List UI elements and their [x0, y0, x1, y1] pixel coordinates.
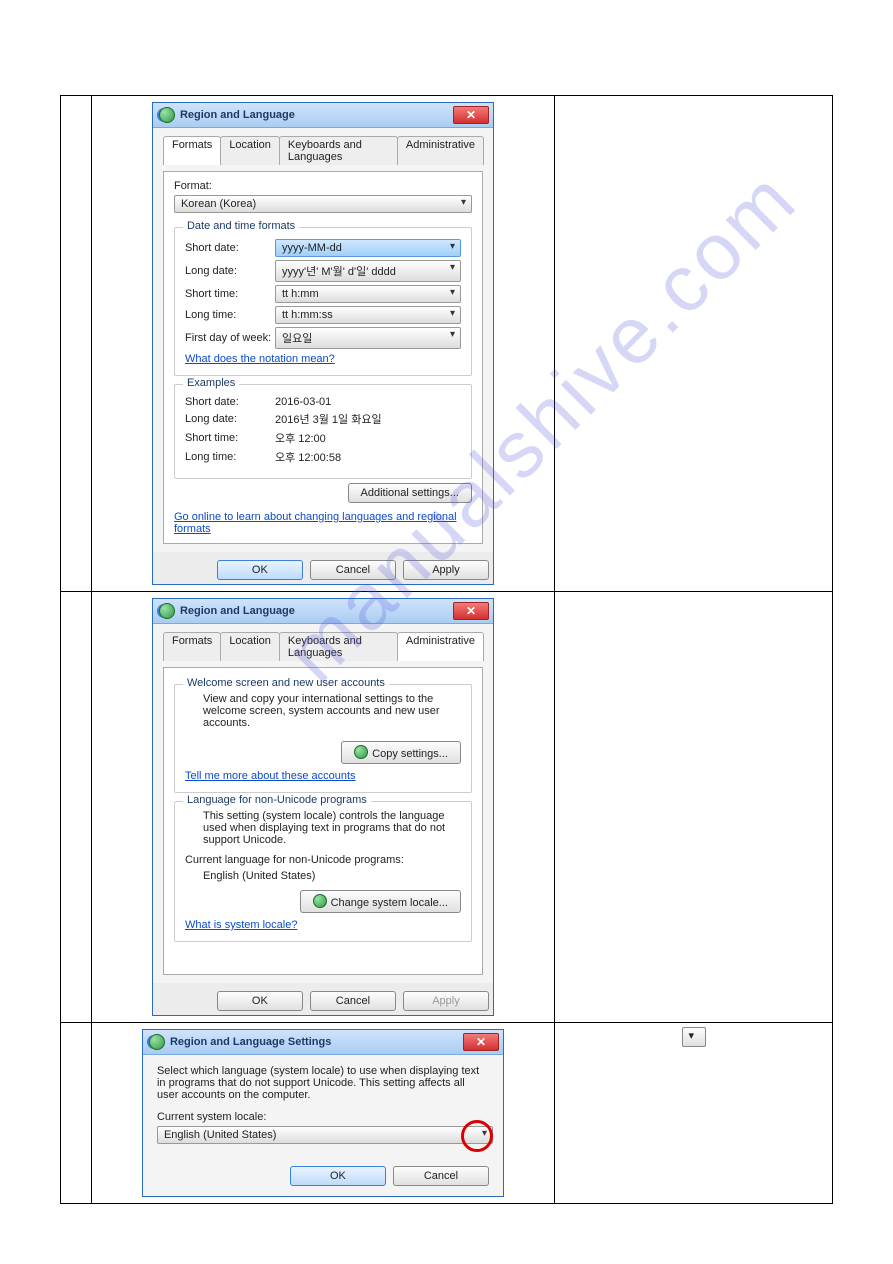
tab-keyboards[interactable]: Keyboards and Languages: [279, 632, 398, 661]
dialog-title: Region and Language: [180, 605, 295, 617]
notation-link[interactable]: What does the notation mean?: [185, 353, 335, 365]
first-day-label: First day of week:: [185, 332, 275, 344]
region-dialog-formats: Region and Language ✕ Formats Location K…: [152, 102, 494, 585]
long-date-label: Long date:: [185, 265, 275, 277]
region-settings-dialog: Region and Language Settings ✕ Select wh…: [142, 1029, 504, 1197]
ex-long-time-v: 오후 12:00:58: [275, 449, 341, 465]
apply-button[interactable]: Apply: [403, 560, 489, 580]
nonunicode-group-label: Language for non-Unicode programs: [183, 794, 371, 806]
locale-label: Current system locale:: [157, 1111, 489, 1123]
short-date-label: Short date:: [185, 242, 275, 254]
globe-icon: [313, 894, 327, 908]
globe-icon: [159, 107, 175, 123]
welcome-group-label: Welcome screen and new user accounts: [183, 677, 389, 689]
additional-settings-button[interactable]: Additional settings...: [348, 483, 472, 503]
format-label: Format:: [174, 180, 472, 192]
globe-icon: [159, 603, 175, 619]
ex-short-time-l: Short time:: [185, 432, 275, 444]
row2-image-cell: Region and Language ✕ Formats Location K…: [91, 592, 554, 1023]
dialog-title: Region and Language Settings: [170, 1036, 331, 1048]
close-button[interactable]: ✕: [453, 602, 489, 620]
ex-short-date-v: 2016-03-01: [275, 396, 331, 408]
tab-administrative[interactable]: Administrative: [397, 136, 484, 165]
ok-button[interactable]: OK: [290, 1166, 386, 1186]
short-date-combo[interactable]: yyyy-MM-dd: [275, 239, 461, 257]
short-time-combo[interactable]: tt h:mm: [275, 285, 461, 303]
titlebar: Region and Language ✕: [153, 103, 493, 128]
tab-administrative[interactable]: Administrative: [397, 632, 484, 661]
ex-long-date-v: 2016년 3월 1일 화요일: [275, 411, 382, 427]
datetime-group-label: Date and time formats: [183, 220, 299, 232]
format-combo[interactable]: Korean (Korea): [174, 195, 472, 213]
long-date-combo[interactable]: yyyy'년' M'월' d'일' dddd: [275, 260, 461, 282]
ex-short-date-l: Short date:: [185, 396, 275, 408]
ex-short-time-v: 오후 12:00: [275, 430, 326, 446]
row1-right-cell: [555, 96, 833, 592]
copy-settings-button[interactable]: Copy settings...: [341, 741, 461, 764]
row2-right-cell: [555, 592, 833, 1023]
titlebar: Region and Language ✕: [153, 599, 493, 624]
close-button[interactable]: ✕: [463, 1033, 499, 1051]
row2-left-cell: [61, 592, 92, 1023]
system-locale-combo[interactable]: English (United States): [157, 1126, 493, 1144]
tell-more-link[interactable]: Tell me more about these accounts: [185, 770, 356, 782]
row1-image-cell: Region and Language ✕ Formats Location K…: [91, 96, 554, 592]
ex-long-time-l: Long time:: [185, 451, 275, 463]
row3-left-cell: [61, 1023, 92, 1204]
document-table: Region and Language ✕ Formats Location K…: [60, 95, 833, 1204]
change-locale-button[interactable]: Change system locale...: [300, 890, 461, 913]
current-lang-value: English (United States): [203, 870, 461, 882]
globe-icon: [149, 1034, 165, 1050]
tab-location[interactable]: Location: [220, 136, 280, 165]
tab-strip: Formats Location Keyboards and Languages…: [163, 136, 483, 165]
cancel-button[interactable]: Cancel: [310, 560, 396, 580]
examples-group-label: Examples: [183, 377, 239, 389]
region-dialog-admin: Region and Language ✕ Formats Location K…: [152, 598, 494, 1016]
ex-long-date-l: Long date:: [185, 413, 275, 425]
apply-button[interactable]: Apply: [403, 991, 489, 1011]
nonunicode-text: This setting (system locale) controls th…: [203, 810, 461, 846]
dropdown-arrow-icon: [682, 1027, 706, 1047]
dialog-title: Region and Language: [180, 109, 295, 121]
tab-formats[interactable]: Formats: [163, 632, 221, 661]
row3-image-cell: Region and Language Settings ✕ Select wh…: [91, 1023, 554, 1204]
ok-button[interactable]: OK: [217, 560, 303, 580]
tab-keyboards[interactable]: Keyboards and Languages: [279, 136, 398, 165]
what-locale-link[interactable]: What is system locale?: [185, 919, 297, 931]
cancel-button[interactable]: Cancel: [393, 1166, 489, 1186]
long-time-combo[interactable]: tt h:mm:ss: [275, 306, 461, 324]
ok-button[interactable]: OK: [217, 991, 303, 1011]
online-link[interactable]: Go online to learn about changing langua…: [174, 511, 457, 535]
highlight-circle-icon: [461, 1120, 493, 1152]
globe-icon: [354, 745, 368, 759]
row1-left-cell: [61, 96, 92, 592]
titlebar: Region and Language Settings ✕: [143, 1030, 503, 1055]
intro-text: Select which language (system locale) to…: [157, 1065, 489, 1101]
long-time-label: Long time:: [185, 309, 275, 321]
close-button[interactable]: ✕: [453, 106, 489, 124]
welcome-text: View and copy your international setting…: [203, 693, 461, 729]
cancel-button[interactable]: Cancel: [310, 991, 396, 1011]
tab-location[interactable]: Location: [220, 632, 280, 661]
current-lang-label: Current language for non-Unicode program…: [185, 854, 461, 866]
short-time-label: Short time:: [185, 288, 275, 300]
tab-formats[interactable]: Formats: [163, 136, 221, 165]
row3-right-cell: [555, 1023, 833, 1204]
first-day-combo[interactable]: 일요일: [275, 327, 461, 349]
tab-strip: Formats Location Keyboards and Languages…: [163, 632, 483, 661]
